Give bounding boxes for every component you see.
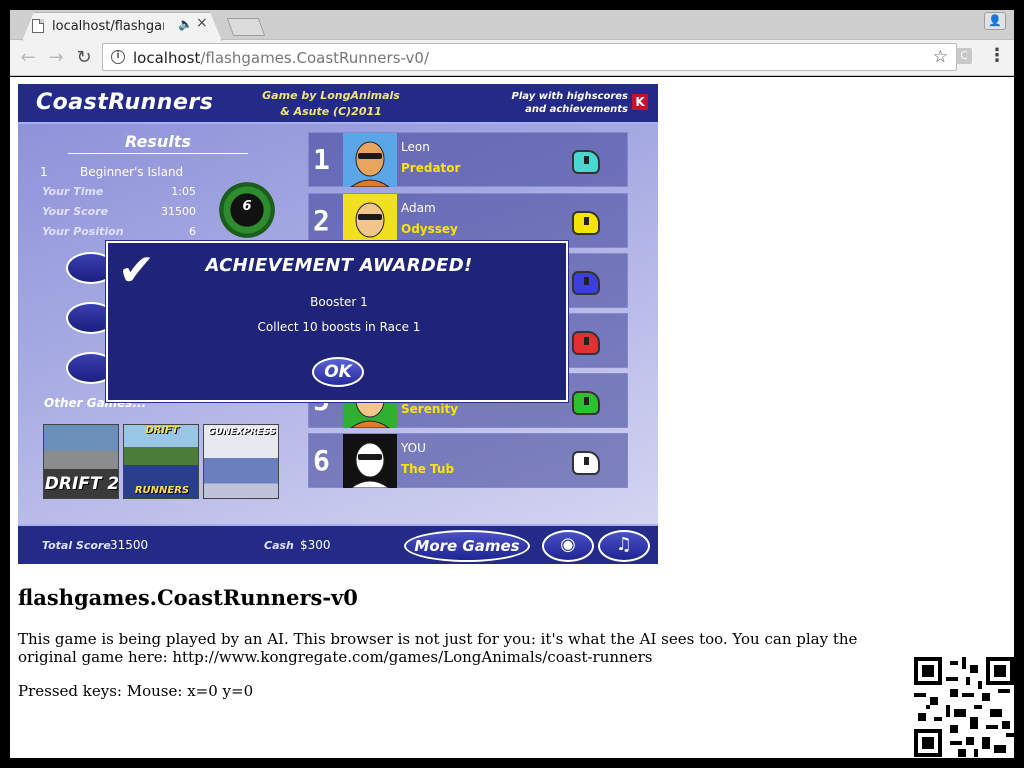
url-host: localhost (133, 49, 201, 67)
music-button[interactable]: ♫ (598, 530, 650, 562)
browser-menu-icon[interactable]: ⋮ (988, 45, 1006, 66)
sound-button[interactable]: ◉ (542, 530, 594, 562)
drift-runners-title-bottom: RUNNERS (134, 485, 190, 496)
results-title: Results (68, 132, 248, 154)
profile-icon[interactable]: 👤 (984, 12, 1006, 30)
url-text[interactable]: localhost/flashgames.CoastRunners-v0/ (133, 49, 429, 67)
more-games-button[interactable]: More Games (404, 530, 530, 562)
total-score-label: Total Score (42, 539, 111, 552)
drift-runners-thumbnail[interactable]: DRIFT RUNNERS (123, 424, 199, 499)
game-header: CoastRunners Game by LongAnimals & Asute… (18, 84, 658, 124)
score-value: 31500 (161, 205, 196, 218)
game-canvas[interactable]: CoastRunners Game by LongAnimals & Asute… (18, 84, 658, 564)
back-arrow-icon[interactable]: ← (16, 47, 40, 69)
achievement-description: Collect 10 boosts in Race 1 (257, 320, 421, 334)
race-number: 1 (40, 165, 48, 179)
score-label: Your Score (42, 205, 109, 218)
music-note-icon: ♫ (615, 534, 633, 555)
rank-number: 6 (313, 444, 330, 477)
racer-name: YOU (401, 441, 426, 455)
laurel-wreath-icon: 6 (215, 181, 279, 239)
achievement-title: ACHIEVEMENT AWARDED! (205, 255, 473, 276)
forward-arrow-icon[interactable]: → (44, 47, 68, 69)
page-description: This game is being played by an AI. This… (18, 630, 858, 666)
tab-title: localhost/flashgam (52, 18, 164, 34)
page-title: flashgames.CoastRunners-v0 (18, 585, 358, 610)
ranking-row: 6 YOU The Tub (308, 433, 628, 488)
racer-portrait (343, 434, 397, 488)
boat-icon (572, 391, 600, 415)
position-badge: 6 (242, 199, 252, 214)
time-value: 1:05 (171, 185, 196, 198)
url-path: /flashgames.CoastRunners-v0/ (200, 49, 429, 67)
boat-name: Odyssey (401, 222, 458, 236)
play-line-1: Play with highscores (511, 91, 628, 102)
credit-line-1: Game by LongAnimals (262, 89, 400, 102)
ranking-row: 1 Leon Predator (308, 132, 628, 187)
boat-icon (572, 150, 600, 174)
ranking-row: 2 Adam Odyssey (308, 193, 628, 248)
game-credit: Game by LongAnimals & Asute (C)2011 (256, 88, 406, 120)
kongregate-logo-icon[interactable]: K (632, 94, 648, 110)
race-name: Beginner's Island (80, 165, 184, 179)
racer-portrait (343, 194, 397, 248)
game-footer: Total Score 31500 Cash $300 More Games ◉… (18, 524, 658, 564)
credit-line-2: & Asute (C)2011 (280, 105, 382, 118)
highscores-link[interactable]: Play with highscores and achievements (510, 90, 628, 116)
boat-icon (572, 211, 600, 235)
extension-icon[interactable]: C (956, 48, 972, 64)
achievement-dialog: ✔ ACHIEVEMENT AWARDED! Booster 1 Collect… (106, 241, 568, 402)
boat-icon (572, 451, 600, 475)
boat-name: Serenity (401, 402, 459, 416)
drift2-thumbnail[interactable]: DRIFT 2 (43, 424, 119, 499)
sound-icon: ◉ (560, 534, 576, 555)
boat-icon (572, 331, 600, 355)
boat-name: The Tub (401, 462, 455, 476)
close-tab-icon[interactable]: × (196, 15, 208, 31)
tab-strip: localhost/flashgam 🔈 × 👤 (10, 10, 1014, 40)
cash-value: $300 (300, 538, 331, 552)
browser-toolbar: ← → ↻ i localhost/flashgames.CoastRunner… (10, 41, 1014, 76)
time-label: Your Time (42, 185, 104, 198)
racer-portrait (343, 133, 397, 187)
browser-chrome: localhost/flashgam 🔈 × 👤 ← → ↻ i localho… (10, 10, 1014, 76)
info-icon[interactable]: i (111, 50, 125, 64)
rank-number: 1 (313, 143, 330, 176)
page-icon (32, 19, 44, 33)
bookmark-star-icon[interactable]: ☆ (933, 47, 948, 67)
position-value: 6 (189, 225, 196, 238)
position-label: Your Position (42, 225, 124, 238)
page-content: CoastRunners Game by LongAnimals & Asute… (10, 77, 1014, 758)
reload-icon[interactable]: ↻ (72, 47, 96, 69)
cash-label: Cash (264, 539, 294, 552)
address-bar[interactable]: i localhost/flashgames.CoastRunners-v0/ … (102, 43, 957, 71)
qr-code-icon (914, 657, 1014, 757)
total-score-value: 31500 (110, 538, 149, 552)
racer-name: Adam (401, 201, 436, 215)
drift2-title: DRIFT 2 (44, 474, 119, 494)
game-logo: CoastRunners (36, 90, 214, 115)
play-line-2: and achievements (525, 104, 628, 115)
boat-icon (572, 271, 600, 295)
drift-runners-title-top: DRIFT (145, 425, 179, 436)
boat-name: Predator (401, 161, 461, 175)
ok-button[interactable]: OK (312, 357, 364, 387)
tab-content: localhost/flashgam (32, 16, 164, 36)
racer-name: Leon (401, 140, 430, 154)
gunexpress-thumbnail[interactable]: GUNEXPRESS (203, 424, 279, 499)
achievement-name: Booster 1 (310, 295, 368, 309)
rank-number: 2 (313, 204, 330, 237)
gunexpress-title: GUNEXPRESS (208, 427, 276, 437)
audio-icon[interactable]: 🔈 (178, 17, 193, 31)
new-tab-button[interactable] (226, 18, 266, 36)
pressed-keys: Pressed keys: Mouse: x=0 y=0 (18, 682, 254, 700)
